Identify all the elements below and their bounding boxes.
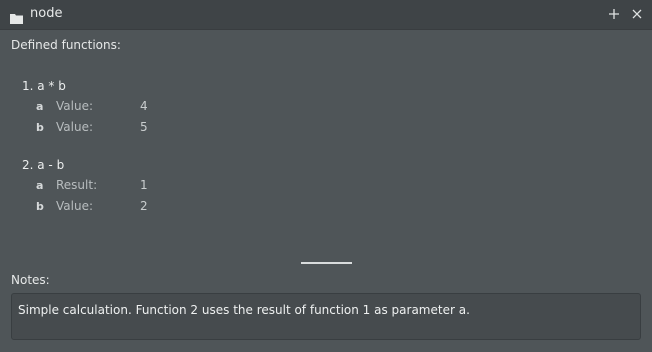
param-value[interactable]: 4 bbox=[140, 96, 148, 117]
param-kind: Value: bbox=[56, 120, 93, 134]
param-name: b bbox=[36, 200, 44, 213]
param-kind: Result: bbox=[56, 178, 98, 192]
title-bar: node bbox=[0, 0, 652, 30]
defined-functions-label: Defined functions: bbox=[11, 38, 121, 52]
param-name: b bbox=[36, 121, 44, 134]
param-value[interactable]: 5 bbox=[140, 117, 148, 138]
param-name: a bbox=[36, 179, 44, 192]
function-header: 1. a * b bbox=[22, 79, 66, 93]
param-name: a bbox=[36, 100, 44, 113]
param-kind: Value: bbox=[56, 199, 93, 213]
param-row[interactable]: a Value: 4 bbox=[22, 96, 148, 117]
window-title: node bbox=[30, 6, 63, 21]
plus-icon bbox=[605, 5, 623, 23]
notes-label: Notes: bbox=[11, 273, 50, 287]
param-row[interactable]: b Value: 2 bbox=[22, 196, 148, 217]
splitter-handle[interactable] bbox=[301, 262, 352, 264]
param-value[interactable]: 1 bbox=[140, 175, 148, 196]
function-item[interactable]: 2. a - b a Result: 1 b Value: 2 bbox=[22, 155, 148, 217]
close-icon bbox=[628, 5, 646, 23]
notes-textarea[interactable]: Simple calculation. Function 2 uses the … bbox=[11, 293, 641, 340]
param-kind: Value: bbox=[56, 99, 93, 113]
folder-icon bbox=[10, 9, 23, 24]
close-button[interactable] bbox=[628, 5, 646, 23]
function-header: 2. a - b bbox=[22, 158, 65, 172]
function-item[interactable]: 1. a * b a Value: 4 b Value: 5 bbox=[22, 76, 148, 138]
param-row[interactable]: b Value: 5 bbox=[22, 117, 148, 138]
param-row[interactable]: a Result: 1 bbox=[22, 175, 148, 196]
add-button[interactable] bbox=[605, 5, 623, 23]
param-value[interactable]: 2 bbox=[140, 196, 148, 217]
